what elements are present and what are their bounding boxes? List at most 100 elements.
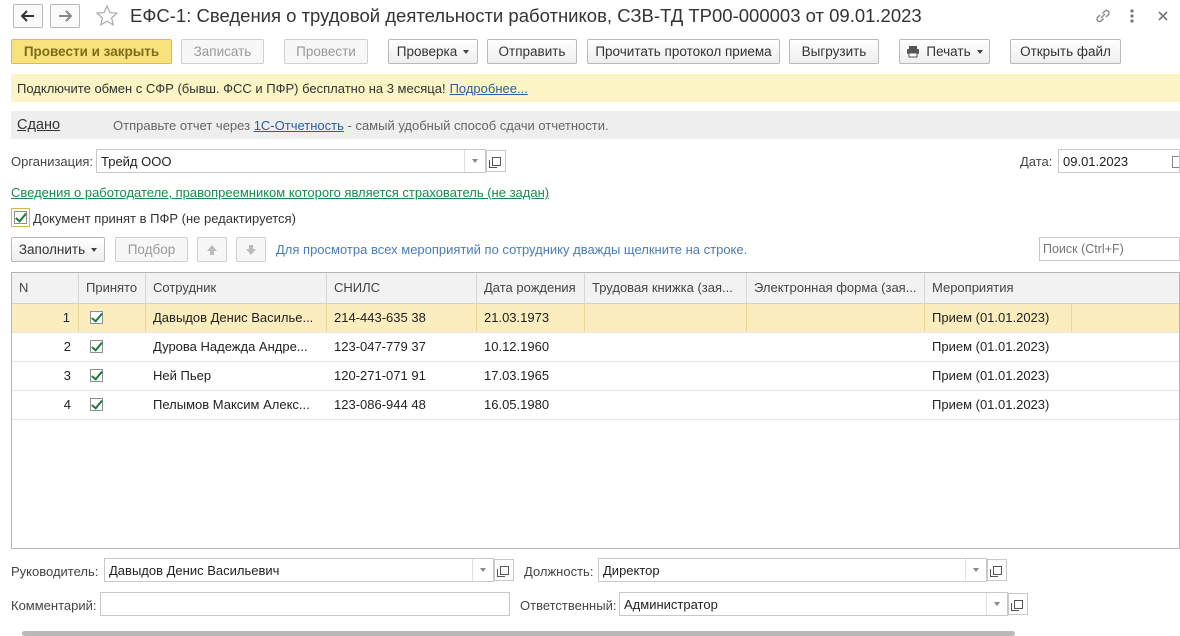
column-header-events[interactable]: Мероприятия: [925, 273, 1179, 303]
head-field[interactable]: Давыдов Денис Васильевич: [104, 558, 494, 582]
chevron-down-icon: [91, 247, 98, 252]
cell-n: 4: [63, 397, 71, 412]
org-value: Трейд ООО: [101, 153, 172, 169]
cell-electronic-form: [747, 391, 925, 419]
chevron-down-icon[interactable]: [965, 559, 986, 581]
column-header-birth-date[interactable]: Дата рождения: [477, 273, 585, 303]
print-label: Печать: [926, 44, 971, 59]
back-arrow-icon: [21, 10, 34, 22]
post-button[interactable]: Провести: [284, 39, 368, 64]
banner-more-link[interactable]: Подробнее...: [450, 81, 528, 96]
column-header-accepted[interactable]: Принято: [79, 273, 146, 303]
org-open-button[interactable]: [486, 150, 506, 172]
open-icon: [496, 565, 509, 577]
cell-accepted[interactable]: [79, 362, 146, 390]
open-icon: [488, 156, 501, 168]
table-row[interactable]: 4 Пелымов Максим Алекс... 123-086-944 48…: [12, 391, 1179, 420]
table-row[interactable]: 1 Давыдов Денис Василье... 214-443-635 3…: [12, 304, 1179, 333]
position-label: Должность:: [524, 564, 594, 579]
favorite-button[interactable]: [95, 4, 119, 28]
cell-work-book: [585, 391, 747, 419]
checkbox-accepted[interactable]: [90, 340, 103, 353]
more-button[interactable]: [1126, 7, 1138, 25]
checkbox-accepted[interactable]: [90, 311, 103, 324]
open-file-label: Открыть файл: [1020, 44, 1111, 59]
status-text-before: Отправьте отчет через: [113, 118, 251, 133]
chevron-down-icon[interactable]: [986, 593, 1007, 615]
column-header-electronic-form[interactable]: Электронная форма (зая...: [747, 273, 925, 303]
column-header-snils[interactable]: СНИЛС: [327, 273, 477, 303]
back-button[interactable]: [13, 4, 43, 28]
fill-label: Заполнить: [18, 242, 86, 257]
accepted-checkbox[interactable]: [11, 208, 30, 227]
save-button[interactable]: Записать: [181, 39, 264, 64]
reporting-link[interactable]: 1С-Отчетность: [254, 118, 344, 133]
responsible-open-button[interactable]: [1008, 593, 1028, 615]
print-button[interactable]: Печать: [899, 39, 990, 64]
fill-button[interactable]: Заполнить: [11, 237, 105, 262]
open-icon: [989, 565, 1002, 577]
send-button[interactable]: Отправить: [487, 39, 577, 64]
export-button[interactable]: Выгрузить: [789, 39, 879, 64]
select-button[interactable]: Подбор: [115, 237, 188, 262]
horizontal-scrollbar[interactable]: [22, 631, 1015, 636]
cell-n: 3: [63, 368, 71, 383]
chevron-down-icon[interactable]: [464, 150, 485, 172]
cell-birth-date: 21.03.1973: [477, 304, 585, 332]
column-header-employee[interactable]: Сотрудник: [146, 273, 327, 303]
org-label: Организация:: [11, 154, 94, 169]
status-submitted-link[interactable]: Сдано: [17, 117, 60, 133]
open-icon: [1010, 599, 1023, 611]
post-and-close-button[interactable]: Провести и закрыть: [11, 39, 172, 64]
table-row[interactable]: 3 Ней Пьер 120-271-071 91 17.03.1965 При…: [12, 362, 1179, 391]
status-bar: Сдано Отправьте отчет через 1С-Отчетност…: [11, 111, 1180, 139]
forward-button[interactable]: [50, 4, 80, 28]
table-hint: Для просмотра всех мероприятий по сотруд…: [276, 242, 748, 257]
status-message: Отправьте отчет через 1С-Отчетность - са…: [113, 118, 609, 133]
cell-snils: 123-047-779 37: [334, 339, 426, 354]
move-up-button[interactable]: [197, 237, 227, 262]
cell-events: Прием (01.01.2023): [932, 339, 1050, 354]
table-row[interactable]: 2 Дурова Надежда Андре... 123-047-779 37…: [12, 333, 1179, 362]
chevron-down-icon[interactable]: [472, 559, 493, 581]
move-down-button[interactable]: [236, 237, 266, 262]
responsible-label: Ответственный:: [520, 598, 617, 613]
checkbox-accepted[interactable]: [90, 369, 103, 382]
position-open-button[interactable]: [987, 559, 1007, 581]
cell-accepted[interactable]: [79, 304, 146, 332]
cell-accepted[interactable]: [79, 391, 146, 419]
check-button[interactable]: Проверка: [388, 39, 478, 64]
banner-text: Подключите обмен с СФР (бывш. ФСС и ПФР)…: [17, 80, 446, 96]
link-button[interactable]: [1094, 7, 1112, 25]
head-open-button[interactable]: [494, 559, 514, 581]
post-and-close-label: Провести и закрыть: [23, 44, 160, 59]
cell-events: Прием (01.01.2023): [932, 397, 1050, 412]
head-value: Давыдов Денис Васильевич: [109, 562, 280, 578]
close-button[interactable]: [1155, 8, 1171, 24]
read-protocol-button[interactable]: Прочитать протокол приема: [587, 39, 780, 64]
cell-birth-date: 16.05.1980: [484, 397, 550, 412]
export-label: Выгрузить: [801, 44, 867, 59]
head-label: Руководитель:: [11, 564, 99, 579]
date-label: Дата:: [1020, 154, 1053, 169]
search-input[interactable]: [1039, 237, 1180, 261]
date-field[interactable]: 09.01.2023: [1058, 149, 1180, 173]
org-field[interactable]: Трейд ООО: [96, 149, 486, 173]
checkbox-accepted[interactable]: [90, 398, 103, 411]
cell-electronic-form: [747, 304, 925, 332]
comment-field[interactable]: [100, 592, 510, 616]
cell-employee: Ней Пьер: [153, 368, 212, 383]
link-icon: [1096, 9, 1110, 23]
column-header-work-book[interactable]: Трудовая книжка (зая...: [585, 273, 747, 303]
position-value: Директор: [603, 562, 660, 578]
position-field[interactable]: Директор: [598, 558, 987, 582]
column-header-n[interactable]: N: [12, 273, 79, 303]
responsible-field[interactable]: Администратор: [619, 592, 1008, 616]
cell-accepted[interactable]: [79, 333, 146, 361]
cell-events: Прием (01.01.2023): [925, 304, 1072, 332]
open-file-button[interactable]: Открыть файл: [1010, 39, 1121, 64]
employer-successor-link[interactable]: Сведения о работодателе, правопреемником…: [11, 185, 549, 200]
calendar-icon[interactable]: [1172, 156, 1179, 168]
status-text-after: - самый удобный способ сдачи отчетности.: [347, 118, 609, 133]
table-header: N Принято Сотрудник СНИЛС Дата рождения …: [12, 273, 1179, 304]
